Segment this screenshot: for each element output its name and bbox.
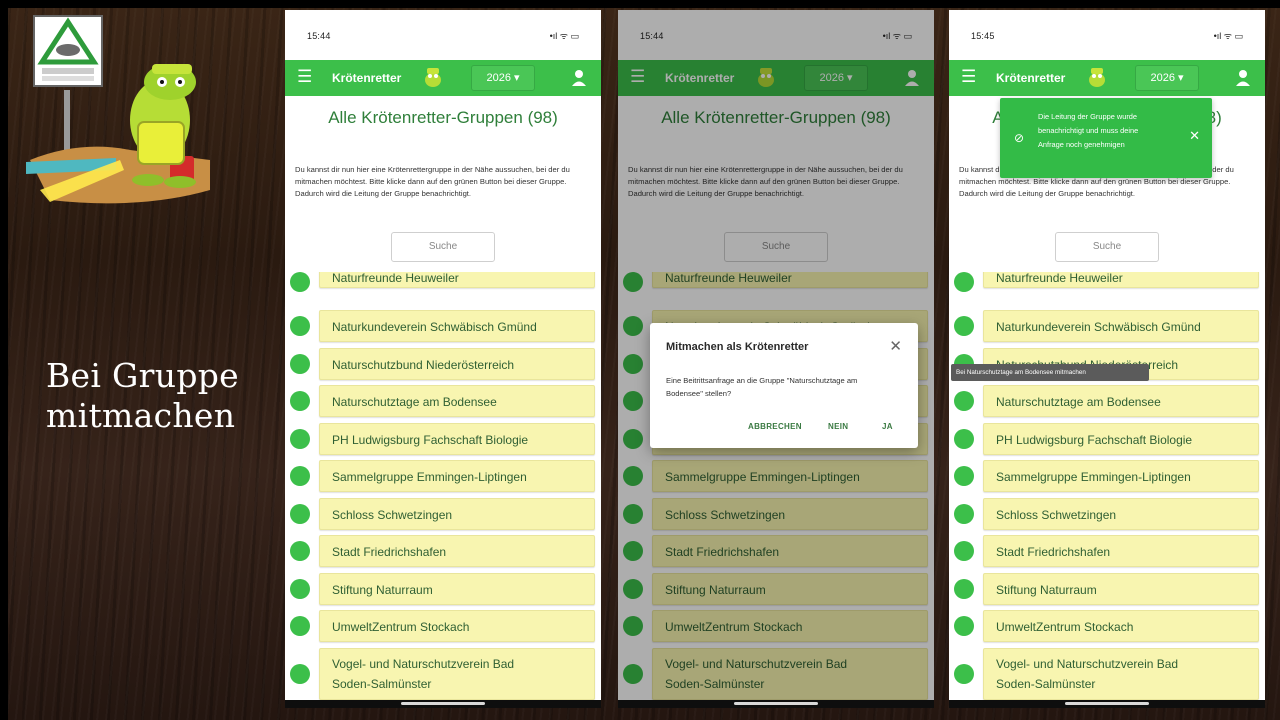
join-group-button[interactable] bbox=[290, 664, 310, 684]
app-bar: ☰ Krötenretter 2026 ▾ bbox=[285, 60, 601, 96]
join-group-button[interactable] bbox=[954, 579, 974, 599]
join-group-button[interactable] bbox=[290, 541, 310, 561]
intro-text: Du kannst dir nun hier eine Krötenretter… bbox=[295, 165, 570, 198]
status-icons: •ıl ᯤ ▭ bbox=[1213, 31, 1243, 41]
join-group-button[interactable] bbox=[954, 664, 974, 684]
group-name-card[interactable]: Stadt Friedrichshafen bbox=[319, 535, 595, 567]
user-icon[interactable] bbox=[1235, 69, 1251, 87]
group-name-card[interactable]: Naturfreunde Heuweiler bbox=[983, 272, 1259, 288]
success-toast: ⊘ Die Leitung der Gruppe wurde benachric… bbox=[1000, 98, 1212, 178]
join-group-button[interactable] bbox=[290, 616, 310, 636]
group-name-card[interactable]: Sammelgruppe Emmingen-Liptingen bbox=[983, 460, 1259, 492]
menu-icon[interactable]: ☰ bbox=[961, 68, 976, 86]
group-name-card[interactable]: Schloss Schwetzingen bbox=[983, 498, 1259, 530]
status-bar: 15:44 •ıl ᯤ ▭ bbox=[285, 10, 601, 60]
frog-logo-icon bbox=[425, 68, 441, 87]
group-name-card[interactable]: Naturschutzbund Niederösterreich bbox=[319, 348, 595, 380]
group-name-card[interactable]: UmweltZentrum Stockach bbox=[319, 610, 595, 642]
join-group-button[interactable] bbox=[954, 391, 974, 411]
join-group-button[interactable] bbox=[954, 272, 974, 292]
no-button[interactable]: NEIN bbox=[828, 422, 848, 431]
join-group-button[interactable] bbox=[290, 504, 310, 524]
nav-bar bbox=[618, 700, 934, 708]
join-group-button[interactable] bbox=[954, 541, 974, 561]
join-group-button[interactable] bbox=[954, 616, 974, 636]
search-input[interactable]: Suche bbox=[1055, 232, 1159, 262]
menu-icon[interactable]: ☰ bbox=[297, 68, 312, 86]
join-group-button[interactable] bbox=[290, 316, 310, 336]
year-select[interactable]: 2026 ▾ bbox=[471, 65, 535, 91]
group-name-card[interactable]: Vogel- und Naturschutzverein Bad Soden-S… bbox=[319, 648, 595, 700]
group-name-card[interactable]: Stiftung Naturraum bbox=[319, 573, 595, 605]
join-tooltip: Bei Naturschutztage am Bodensee mitmache… bbox=[951, 364, 1149, 381]
group-name-card[interactable]: Naturschutztage am Bodensee bbox=[319, 385, 595, 417]
group-name-card[interactable]: Vogel- und Naturschutzverein Bad Soden-S… bbox=[983, 648, 1259, 700]
group-name-card[interactable]: Naturkundeverein Schwäbisch Gmünd bbox=[319, 310, 595, 342]
join-group-button[interactable] bbox=[954, 429, 974, 449]
group-name-card[interactable]: PH Ludwigsburg Fachschaft Biologie bbox=[983, 423, 1259, 455]
group-name-card[interactable]: Sammelgruppe Emmingen-Liptingen bbox=[319, 460, 595, 492]
home-handle[interactable] bbox=[401, 702, 485, 705]
join-group-button[interactable] bbox=[290, 272, 310, 292]
slide-title-line-2: mitmachen bbox=[46, 396, 236, 435]
join-group-button[interactable] bbox=[290, 391, 310, 411]
status-time: 15:44 bbox=[307, 31, 331, 41]
join-group-button[interactable] bbox=[954, 316, 974, 336]
home-handle[interactable] bbox=[1065, 702, 1149, 705]
group-name-card[interactable]: Stiftung Naturraum bbox=[983, 573, 1259, 605]
check-circle-icon: ⊘ bbox=[1014, 131, 1025, 145]
group-list: Naturfreunde Heuweiler Naturkundeverein S… bbox=[949, 272, 1265, 708]
app-title: Krötenretter bbox=[332, 71, 402, 85]
group-name-card[interactable]: Naturfreunde Heuweiler bbox=[319, 272, 595, 288]
group-name-card[interactable]: PH Ludwigsburg Fachschaft Biologie bbox=[319, 423, 595, 455]
group-name-card[interactable]: Stadt Friedrichshafen bbox=[983, 535, 1259, 567]
nav-bar bbox=[949, 700, 1265, 708]
app-title: Krötenretter bbox=[996, 71, 1066, 85]
nav-bar bbox=[285, 700, 601, 708]
year-select[interactable]: 2026 ▾ bbox=[1135, 65, 1199, 91]
group-name-card[interactable]: UmweltZentrum Stockach bbox=[983, 610, 1259, 642]
phone-screen-list: 15:44 •ıl ᯤ ▭ ☰ Krötenretter 2026 ▾ Alle… bbox=[285, 10, 601, 708]
slide-title: Bei Gruppe mitmachen bbox=[46, 356, 266, 436]
slide-title-line-1: Bei Gruppe bbox=[46, 356, 239, 395]
phone-screen-confirmation: 15:45 •ıl ᯤ ▭ ☰ Krötenretter 2026 ▾ Alle… bbox=[949, 10, 1265, 708]
toad-rescuer-mascot-icon bbox=[26, 15, 210, 204]
user-icon[interactable] bbox=[571, 69, 587, 87]
status-bar: 15:45 •ıl ᯤ ▭ bbox=[949, 10, 1265, 60]
close-icon[interactable]: ✕ bbox=[1189, 128, 1200, 144]
group-list: Naturfreunde Heuweiler Naturkundeverein S… bbox=[285, 272, 601, 708]
join-group-button[interactable] bbox=[954, 504, 974, 524]
page-title: Alle Krötenretter-Gruppen (98) bbox=[328, 108, 558, 127]
join-group-button[interactable] bbox=[290, 429, 310, 449]
yes-button[interactable]: JA bbox=[882, 422, 893, 431]
dialog-title: Mitmachen als Krötenretter bbox=[666, 341, 809, 353]
join-group-button[interactable] bbox=[290, 466, 310, 486]
frog-logo-icon bbox=[1089, 68, 1105, 87]
join-group-button[interactable] bbox=[954, 466, 974, 486]
search-input[interactable]: Suche bbox=[391, 232, 495, 262]
cancel-button[interactable]: ABBRECHEN bbox=[748, 422, 802, 431]
app-bar: ☰ Krötenretter 2026 ▾ bbox=[949, 60, 1265, 96]
phone-screen-dialog: 15:44 •ıl ᯤ ▭ ☰ Krötenretter 2026 ▾ Alle… bbox=[618, 10, 934, 708]
status-time: 15:45 bbox=[971, 31, 995, 41]
group-name-card[interactable]: Schloss Schwetzingen bbox=[319, 498, 595, 530]
join-group-button[interactable] bbox=[290, 354, 310, 374]
join-dialog: Mitmachen als Krötenretter ✕ Eine Beitri… bbox=[650, 323, 918, 448]
group-name-card[interactable]: Naturschutztage am Bodensee bbox=[983, 385, 1259, 417]
status-icons: •ıl ᯤ ▭ bbox=[549, 31, 579, 41]
join-group-button[interactable] bbox=[290, 579, 310, 599]
toast-text: Die Leitung der Gruppe wurde benachricht… bbox=[1038, 112, 1139, 149]
group-name-card[interactable]: Naturkundeverein Schwäbisch Gmünd bbox=[983, 310, 1259, 342]
home-handle[interactable] bbox=[734, 702, 818, 705]
close-icon[interactable]: ✕ bbox=[889, 337, 902, 355]
dialog-text: Eine Beitrittsanfrage an die Gruppe "Nat… bbox=[666, 376, 858, 398]
